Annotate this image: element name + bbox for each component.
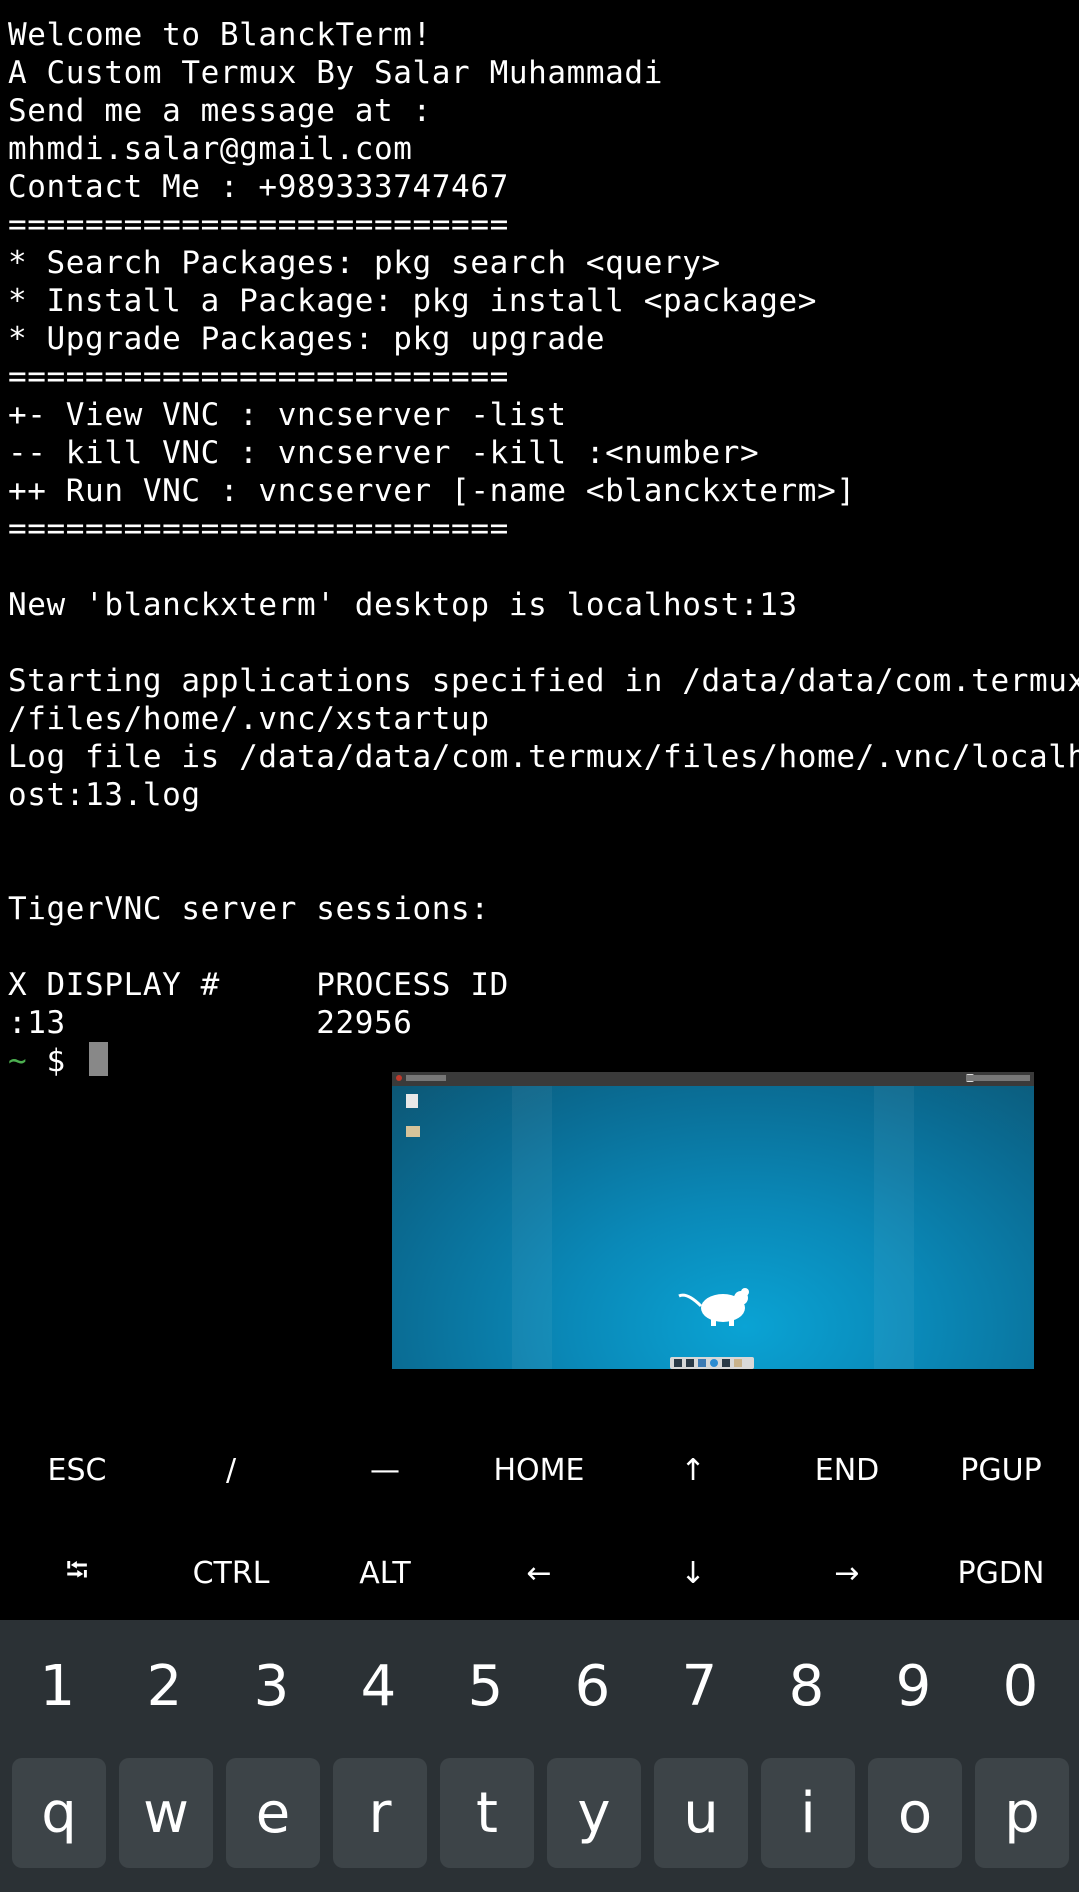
file-icon [406,1094,418,1108]
key-tab[interactable]: ⭾ [0,1523,154,1623]
terminal-prompt[interactable]: ~ $ [8,1042,109,1080]
key-4[interactable]: 4 [325,1620,432,1752]
panel-clock [966,1075,1030,1081]
prompt-symbol: $ [27,1043,86,1079]
terminal-line: * Search Packages: pkg search <query> [8,245,721,281]
key-9[interactable]: 9 [860,1620,967,1752]
xfce-mouse-icon [678,1288,749,1326]
menu-icon [396,1075,402,1081]
terminal-line: :13 22956 [8,1005,413,1041]
terminal-line: X DISPLAY # PROCESS ID [8,967,509,1003]
key-pgdn[interactable]: PGDN [924,1523,1078,1623]
key-end[interactable]: END [770,1420,924,1520]
terminal-line: Send me a message at : [8,93,432,129]
key-p[interactable]: p [975,1758,1069,1868]
terminal-line: * Install a Package: pkg install <packag… [8,283,818,319]
key-dash[interactable]: — [308,1420,462,1520]
key-u[interactable]: u [654,1758,748,1868]
terminal-line: mhmdi.salar@gmail.com [8,131,413,167]
key-t[interactable]: t [440,1758,534,1868]
key-down[interactable]: ↓ [616,1523,770,1623]
wallpaper-band [512,1086,552,1369]
key-3[interactable]: 3 [218,1620,325,1752]
key-0[interactable]: 0 [967,1620,1074,1752]
terminal-line: A Custom Termux By Salar Muhammadi [8,55,663,91]
terminal-line: Welcome to BlanckTerm! [8,17,432,53]
key-right[interactable]: → [770,1523,924,1623]
terminal-line: TigerVNC server sessions: [8,891,490,927]
terminal-line: ========================== [8,359,509,395]
vnc-desktop-preview[interactable] [392,1072,1034,1369]
terminal-line: -- kill VNC : vncserver -kill :<number> [8,435,760,471]
key-w[interactable]: w [119,1758,213,1868]
terminal-line: Log file is /data/data/com.termux/files/… [8,739,1079,775]
extra-keys-bar: ESC / — HOME ↑ END PGUP ⭾ CTRL ALT ← ↓ →… [0,1420,1079,1620]
dock-icon [674,1359,682,1367]
vnc-dock [670,1357,754,1369]
key-6[interactable]: 6 [539,1620,646,1752]
prompt-tilde: ~ [8,1043,28,1079]
key-5[interactable]: 5 [432,1620,539,1752]
key-home[interactable]: HOME [462,1420,616,1520]
key-7[interactable]: 7 [646,1620,753,1752]
terminal-line: * Upgrade Packages: pkg upgrade [8,321,606,357]
soft-keyboard: 1 2 3 4 5 6 7 8 9 0 q w e r t y u i o p [0,1620,1079,1892]
vnc-wallpaper [392,1086,1034,1369]
key-y[interactable]: y [547,1758,641,1868]
terminal-line: ost:13.log [8,777,201,813]
wallpaper-band [874,1086,914,1369]
terminal-line: +- View VNC : vncserver -list [8,397,567,433]
key-left[interactable]: ← [462,1523,616,1623]
dock-icon [734,1359,742,1367]
key-alt[interactable]: ALT [308,1523,462,1623]
key-e[interactable]: e [226,1758,320,1868]
key-o[interactable]: o [868,1758,962,1868]
terminal-line: ++ Run VNC : vncserver [-name <blanckxte… [8,473,856,509]
terminal-output[interactable]: Welcome to BlanckTerm! A Custom Termux B… [0,0,1079,1420]
key-r[interactable]: r [333,1758,427,1868]
key-q[interactable]: q [12,1758,106,1868]
key-8[interactable]: 8 [753,1620,860,1752]
key-1[interactable]: 1 [4,1620,111,1752]
key-ctrl[interactable]: CTRL [154,1523,308,1623]
dock-icon [722,1359,730,1367]
terminal-line: Starting applications specified in /data… [8,663,1079,699]
key-esc[interactable]: ESC [0,1420,154,1520]
terminal-line: Contact Me : +989333747467 [8,169,509,205]
terminal-line: ========================== [8,207,509,243]
key-slash[interactable]: / [154,1420,308,1520]
dock-icon [698,1359,706,1367]
terminal-line: /files/home/.vnc/xstartup [8,701,490,737]
dock-icon [686,1359,694,1367]
folder-icon [406,1126,420,1137]
key-up[interactable]: ↑ [616,1420,770,1520]
key-i[interactable]: i [761,1758,855,1868]
dock-icon [710,1359,718,1367]
vnc-top-panel [392,1072,1034,1086]
key-pgup[interactable]: PGUP [924,1420,1078,1520]
terminal-line: New 'blanckxterm' desktop is localhost:1… [8,587,798,623]
text-cursor [89,1042,109,1076]
panel-title [406,1075,446,1081]
terminal-line: ========================== [8,511,509,547]
key-2[interactable]: 2 [111,1620,218,1752]
